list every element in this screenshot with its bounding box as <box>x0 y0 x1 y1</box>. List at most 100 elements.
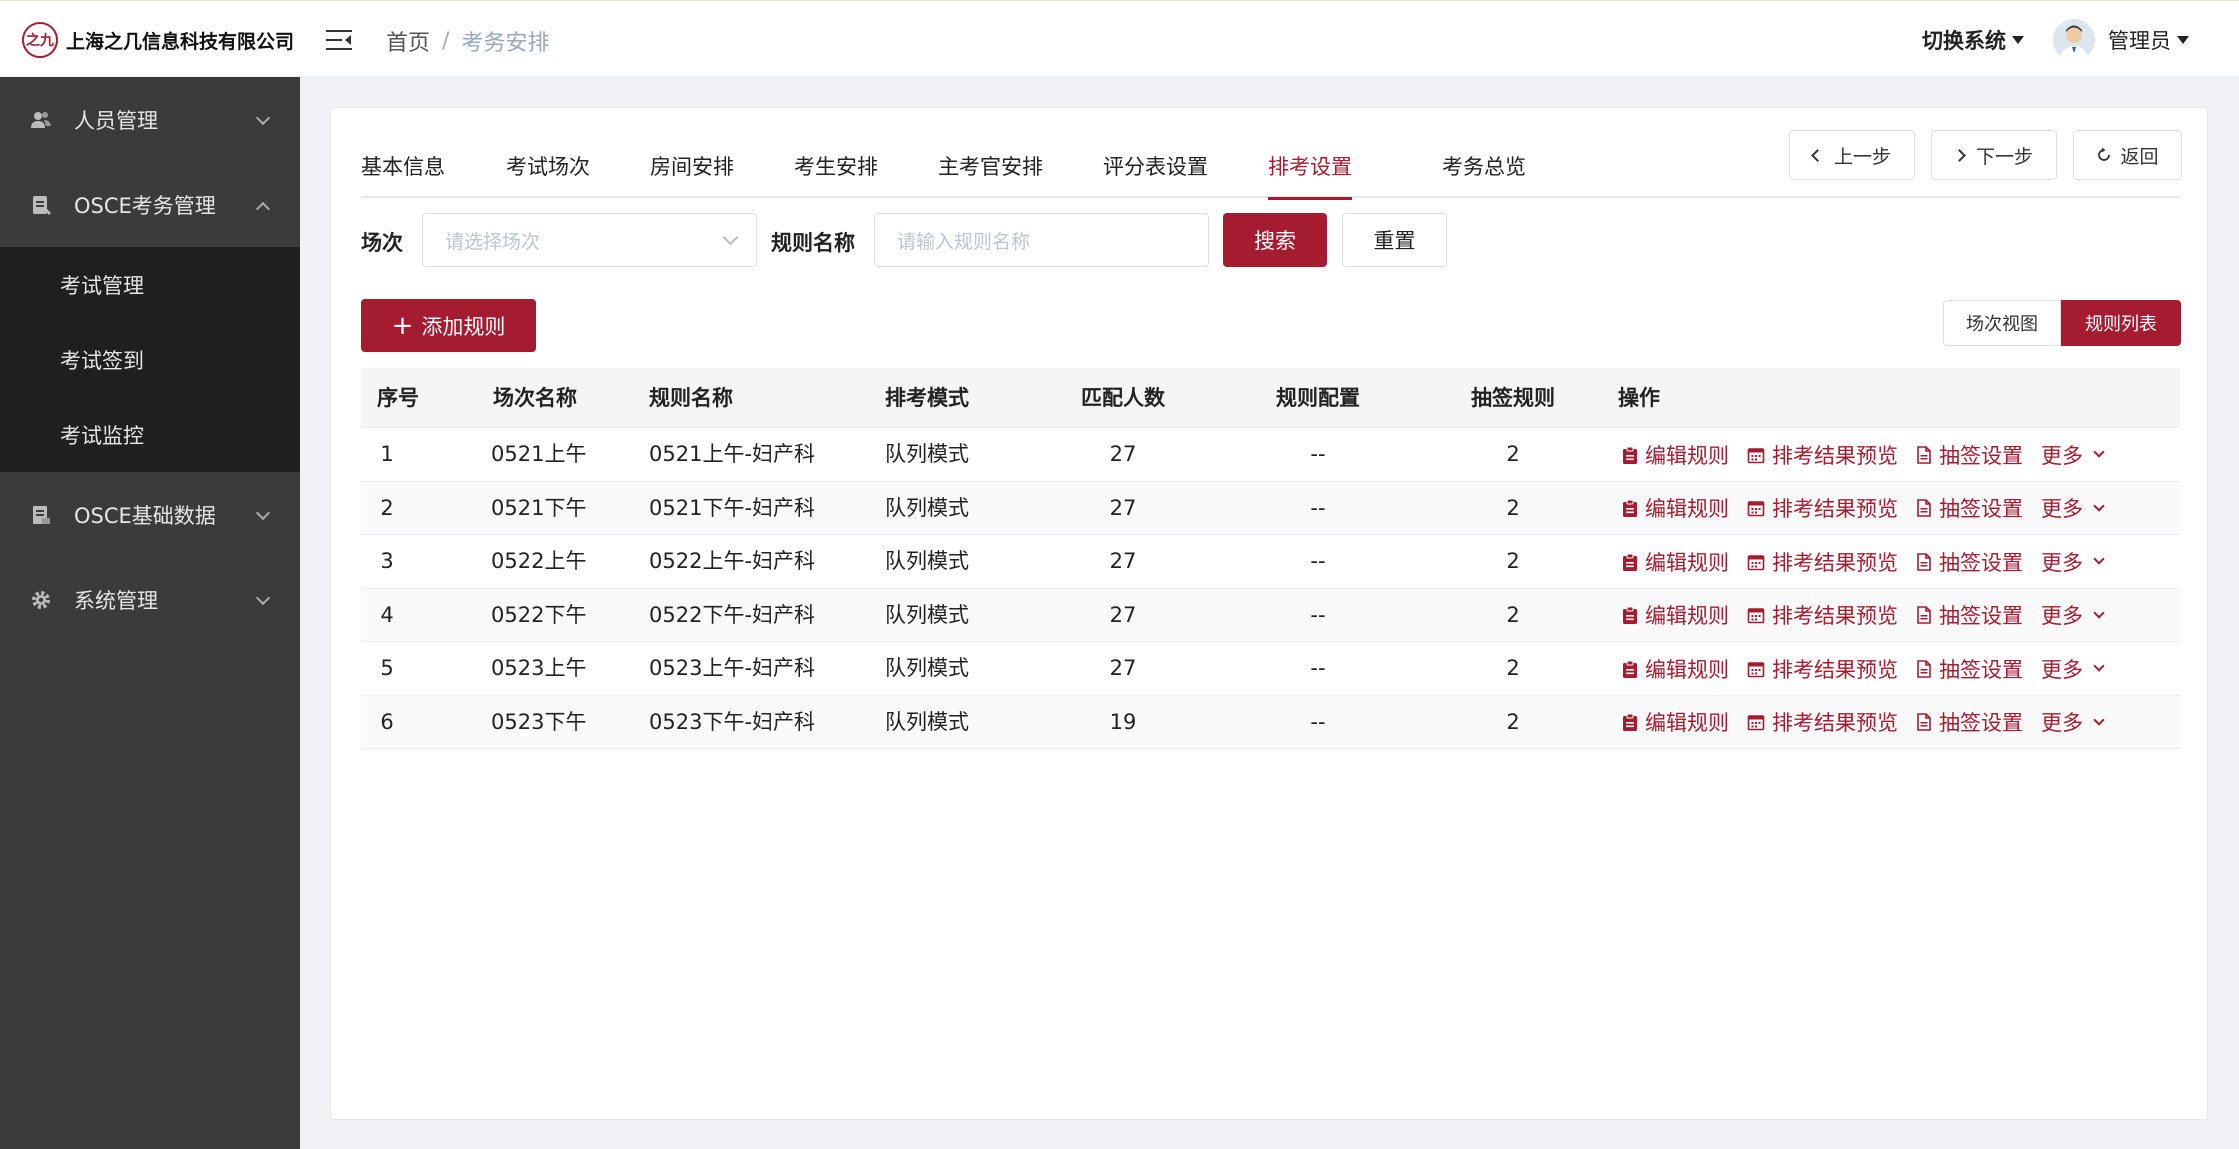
gear-icon <box>30 589 52 611</box>
tab-exam-sessions[interactable]: 考试场次 <box>506 144 590 198</box>
sidebar: 人员管理 OSCE考务管理 考试管理 考试签到 考试监控 OSCE基础数据 系统… <box>0 77 300 1149</box>
cell-rule-config: -- <box>1310 602 1326 627</box>
sidebar-subitem-exam-manage[interactable]: 考试管理 <box>0 247 300 322</box>
draw-settings-link[interactable]: 抽签设置 <box>1916 547 2023 577</box>
clipboard-icon <box>1622 499 1645 517</box>
session-select[interactable]: 请选择场次 <box>422 213 757 267</box>
menu-toggle-icon[interactable] <box>326 28 352 52</box>
back-button[interactable]: 返回 <box>2073 130 2182 180</box>
tab-basic-info[interactable]: 基本信息 <box>361 144 445 198</box>
reset-button[interactable]: 重置 <box>1342 213 1447 267</box>
edit-rule-link[interactable]: 编辑规则 <box>1622 547 1729 577</box>
session-view-button[interactable]: 场次视图 <box>1943 300 2061 346</box>
edit-rule-label: 编辑规则 <box>1645 550 1729 575</box>
add-rule-button[interactable]: + 添加规则 <box>361 299 536 352</box>
preview-result-link[interactable]: 排考结果预览 <box>1747 493 1898 523</box>
more-label: 更多 <box>2041 604 2083 628</box>
tab-candidate-arrange[interactable]: 考生安排 <box>794 144 878 198</box>
more-dropdown[interactable]: 更多 <box>2041 707 2105 737</box>
clipboard-icon <box>1622 660 1645 678</box>
tab-score-sheet[interactable]: 评分表设置 <box>1103 144 1208 198</box>
preview-result-link[interactable]: 排考结果预览 <box>1747 654 1898 684</box>
draw-settings-link[interactable]: 抽签设置 <box>1916 493 2023 523</box>
sidebar-item-osce-data[interactable]: OSCE基础数据 <box>0 472 300 557</box>
more-dropdown[interactable]: 更多 <box>2041 654 2105 684</box>
draw-settings-label: 抽签设置 <box>1939 550 2023 575</box>
cell-match-count: 27 <box>1109 442 1137 466</box>
more-dropdown[interactable]: 更多 <box>2041 440 2105 470</box>
cell-mode: 队列模式 <box>885 442 969 466</box>
cell-rule-config: -- <box>1310 495 1326 520</box>
preview-result-label: 排考结果预览 <box>1772 497 1898 521</box>
more-dropdown[interactable]: 更多 <box>2041 547 2105 577</box>
draw-settings-link[interactable]: 抽签设置 <box>1916 600 2023 630</box>
cell-actions: 编辑规则 排考结果预览 抽签设置 更多 <box>1622 482 2105 535</box>
col-session: 场次名称 <box>493 386 577 410</box>
tab-overview[interactable]: 考务总览 <box>1442 144 1526 198</box>
edit-rule-link[interactable]: 编辑规则 <box>1622 600 1729 630</box>
search-button[interactable]: 搜索 <box>1223 213 1327 267</box>
preview-result-link[interactable]: 排考结果预览 <box>1747 440 1898 470</box>
draw-settings-link[interactable]: 抽签设置 <box>1916 440 2023 470</box>
sidebar-subitem-exam-checkin[interactable]: 考试签到 <box>0 322 300 397</box>
user-menu[interactable]: 管理员 <box>2108 25 2189 55</box>
draw-settings-label: 抽签设置 <box>1939 711 2023 735</box>
rule-name-placeholder: 请输入规则名称 <box>897 230 1031 253</box>
edit-rule-link[interactable]: 编辑规则 <box>1622 493 1729 523</box>
add-rule-label: 添加规则 <box>421 314 506 339</box>
breadcrumb: 首页 / 考务安排 <box>386 25 549 57</box>
plus-icon: + <box>391 310 414 341</box>
preview-result-label: 排考结果预览 <box>1772 604 1898 628</box>
chevron-down-icon <box>2093 553 2105 565</box>
rule-list-button[interactable]: 规则列表 <box>2061 300 2181 346</box>
draw-settings-link[interactable]: 抽签设置 <box>1916 707 2023 737</box>
sidebar-item-system[interactable]: 系统管理 <box>0 557 300 642</box>
chevron-down-icon <box>2093 446 2105 458</box>
next-step-button[interactable]: 下一步 <box>1931 130 2057 180</box>
cell-no: 6 <box>380 709 394 734</box>
calendar-icon <box>1747 446 1772 464</box>
table-row: 3 0522上午 0522上午-妇产科 队列模式 27 -- 2 编辑规则 排考结果预览 抽签设置… <box>361 535 2180 589</box>
more-label: 更多 <box>2041 657 2083 682</box>
preview-result-link[interactable]: 排考结果预览 <box>1747 707 1898 737</box>
brand[interactable]: 之九 上海之几信息科技有限公司 <box>22 21 294 59</box>
view-toggle: 场次视图 规则列表 <box>1943 300 2181 346</box>
prev-step-button[interactable]: 上一步 <box>1789 130 1915 180</box>
cell-actions: 编辑规则 排考结果预览 抽签设置 更多 <box>1622 535 2105 588</box>
clipboard-icon <box>1622 713 1645 731</box>
chevron-up-icon <box>255 201 271 217</box>
sidebar-item-label: 人员管理 <box>74 108 158 133</box>
switch-system-dropdown[interactable]: 切换系统 <box>1922 25 2024 55</box>
calendar-icon <box>1747 713 1772 731</box>
more-dropdown[interactable]: 更多 <box>2041 600 2105 630</box>
company-name: 上海之几信息科技有限公司 <box>66 30 295 53</box>
cell-rule-config: -- <box>1310 656 1326 680</box>
draw-settings-link[interactable]: 抽签设置 <box>1916 654 2023 684</box>
edit-rule-label: 编辑规则 <box>1645 657 1729 682</box>
cell-draw-rule: 2 <box>1506 709 1520 734</box>
breadcrumb-home[interactable]: 首页 <box>386 25 430 57</box>
database-icon <box>30 504 52 526</box>
sidebar-item-osce-exam[interactable]: OSCE考务管理 <box>0 162 300 247</box>
table-body: 1 0521上午 0521上午-妇产科 队列模式 27 -- 2 编辑规则 排考结果预览 抽签设置… <box>361 428 2180 749</box>
sidebar-subitem-exam-monitor[interactable]: 考试监控 <box>0 397 300 472</box>
cell-mode: 队列模式 <box>885 549 969 573</box>
edit-rule-link[interactable]: 编辑规则 <box>1622 440 1729 470</box>
more-dropdown[interactable]: 更多 <box>2041 493 2105 523</box>
table-header: 序号 场次名称 规则名称 排考模式 匹配人数 规则配置 抽签规则 操作 <box>361 368 2180 428</box>
sidebar-item-personnel[interactable]: 人员管理 <box>0 77 300 162</box>
cell-rule-name: 0521下午-妇产科 <box>649 495 816 520</box>
preview-result-link[interactable]: 排考结果预览 <box>1747 547 1898 577</box>
tab-schedule-settings[interactable]: 排考设置 <box>1268 144 1352 200</box>
clipboard-icon <box>1622 606 1645 624</box>
tab-room-arrange[interactable]: 房间安排 <box>650 144 734 198</box>
edit-rule-link[interactable]: 编辑规则 <box>1622 654 1729 684</box>
chevron-down-icon <box>2093 606 2105 619</box>
rule-name-input[interactable]: 请输入规则名称 <box>874 213 1209 267</box>
edit-rule-link[interactable]: 编辑规则 <box>1622 707 1729 737</box>
avatar[interactable] <box>2053 19 2095 61</box>
preview-result-link[interactable]: 排考结果预览 <box>1747 600 1898 630</box>
tab-examiner-arrange[interactable]: 主考官安排 <box>938 144 1043 198</box>
cell-rule-config: -- <box>1310 442 1326 466</box>
chevron-down-icon <box>2093 499 2105 512</box>
